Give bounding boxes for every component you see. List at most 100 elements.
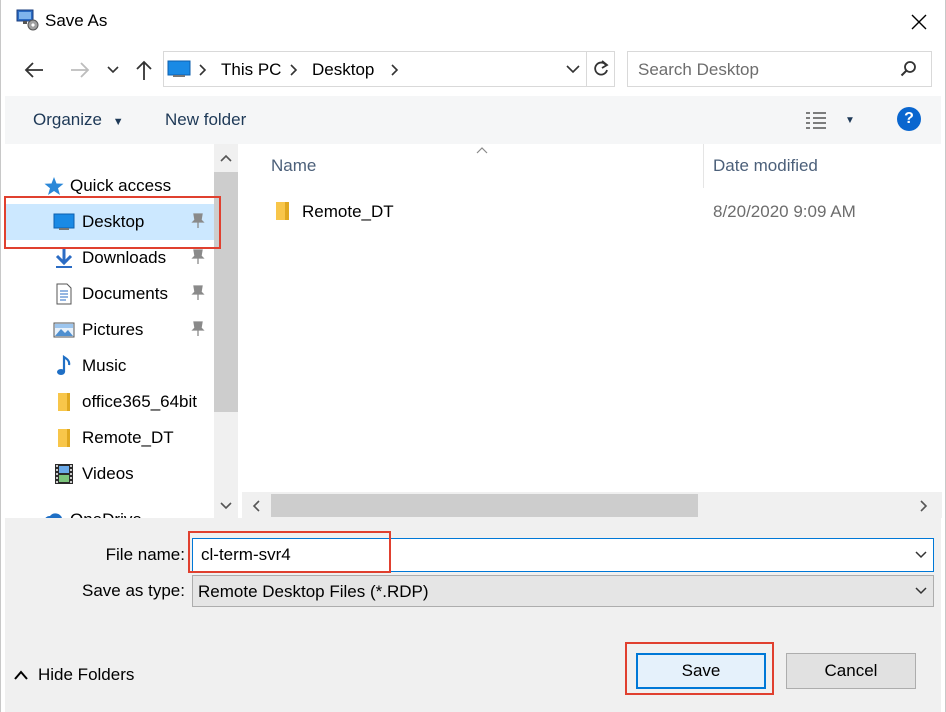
search-input[interactable]: Search Desktop <box>627 51 932 87</box>
sidebar-item-desktop[interactable]: Desktop <box>5 204 215 240</box>
title-bar: Save As <box>0 0 946 44</box>
sidebar-item-label: Downloads <box>82 248 167 267</box>
caret-down-icon: ▼ <box>112 116 124 128</box>
pin-icon <box>191 285 205 300</box>
search-placeholder: Search Desktop <box>638 60 759 79</box>
command-bar: Organize ▼ New folder ▼ ? <box>5 96 941 144</box>
pin-icon <box>191 213 205 228</box>
file-name-value: cl-term-svr4 <box>201 545 291 564</box>
sidebar-item-label: Pictures <box>82 320 144 339</box>
sidebar-item-quick-access[interactable]: Quick access <box>5 168 215 204</box>
scroll-right-icon <box>920 500 928 512</box>
scroll-down-icon <box>220 502 232 510</box>
sidebar-item-label: Videos <box>82 464 134 483</box>
breadcrumb-separator-icon <box>290 64 298 76</box>
search-icon <box>900 61 916 77</box>
file-list-header: Name Date modified <box>242 144 942 188</box>
close-icon <box>911 14 927 30</box>
window-title: Save As <box>45 11 108 30</box>
file-name: Remote_DT <box>302 202 394 221</box>
folder-icon <box>276 202 289 220</box>
forward-arrow-icon <box>71 62 90 78</box>
breadcrumb-separator-icon <box>199 64 207 76</box>
sidebar-item-label: Music <box>82 356 127 375</box>
pin-icon <box>191 321 205 336</box>
sidebar-item-documents[interactable]: Documents <box>5 276 215 312</box>
file-list: Name Date modified Remote_DT 8/20/2020 9… <box>242 144 942 518</box>
file-list-horizontal-scrollbar-thumb[interactable] <box>271 494 698 517</box>
sidebar-item-onedrive[interactable]: OneDrive <box>5 506 215 518</box>
pin-icon <box>191 249 205 264</box>
column-header-date-modified[interactable]: Date modified <box>713 156 818 176</box>
star-icon <box>44 177 64 195</box>
scroll-up-icon <box>220 154 232 162</box>
address-bar[interactable]: This PC Desktop <box>163 51 615 87</box>
desktop-icon <box>53 213 75 230</box>
caret-down-icon: ▼ <box>845 114 855 126</box>
sidebar-item-label: Remote_DT <box>82 428 174 447</box>
breadcrumb-this-pc[interactable]: This PC <box>221 60 281 80</box>
file-name-input[interactable]: cl-term-svr4 <box>192 538 934 572</box>
back-arrow-icon <box>24 62 43 78</box>
save-as-type-label: Save as type: <box>81 581 185 600</box>
folder-icon <box>58 429 70 447</box>
sidebar-item-label: Documents <box>82 284 168 303</box>
file-date-modified: 8/20/2020 9:09 AM <box>713 202 856 221</box>
chevron-down-icon <box>915 587 927 595</box>
sidebar-item-label: office365_64bit <box>82 392 198 411</box>
sidebar-item-label: OneDrive <box>70 510 142 518</box>
back-button[interactable] <box>14 48 54 92</box>
save-as-type-value: Remote Desktop Files (*.RDP) <box>198 582 429 601</box>
new-folder-button[interactable]: New folder <box>165 110 246 130</box>
scroll-left-icon <box>252 500 260 512</box>
details-view-icon <box>806 112 826 129</box>
chevron-down-icon <box>107 66 119 74</box>
chevron-up-icon <box>14 670 28 680</box>
sidebar-item-videos[interactable]: Videos <box>5 456 215 492</box>
help-question-icon: ? <box>904 110 914 127</box>
view-options-button[interactable]: ▼ <box>805 108 861 132</box>
navigation-pane: Quick access Desktop Downloads Documents <box>5 144 241 518</box>
save-as-app-icon <box>16 9 39 31</box>
help-button[interactable]: ? <box>897 107 921 131</box>
close-button[interactable] <box>896 0 942 44</box>
file-row[interactable]: Remote_DT 8/20/2020 9:09 AM <box>242 196 942 230</box>
address-history-dropdown[interactable] <box>560 52 586 86</box>
sidebar-item-downloads[interactable]: Downloads <box>5 240 215 276</box>
save-button[interactable]: Save <box>636 653 766 689</box>
refresh-button[interactable] <box>587 52 615 86</box>
sidebar-item-pictures[interactable]: Pictures <box>5 312 215 348</box>
save-as-type-select[interactable]: Remote Desktop Files (*.RDP) <box>192 575 934 607</box>
organize-button[interactable]: Organize ▼ <box>33 110 124 130</box>
music-note-icon <box>57 355 71 375</box>
navigation-scrollbar-thumb[interactable] <box>214 172 238 412</box>
organize-label: Organize <box>33 110 102 129</box>
column-header-name[interactable]: Name <box>271 156 316 176</box>
chevron-down-icon <box>566 64 580 73</box>
up-button[interactable] <box>130 48 158 92</box>
folder-icon <box>58 393 70 411</box>
chevron-down-icon[interactable] <box>915 551 927 559</box>
cancel-button[interactable]: Cancel <box>786 653 916 689</box>
breadcrumb-separator-icon <box>391 64 399 76</box>
forward-button[interactable] <box>62 48 98 92</box>
sidebar-item-remote-dt[interactable]: Remote_DT <box>5 420 215 456</box>
sort-ascending-icon <box>476 147 488 154</box>
breadcrumb-desktop[interactable]: Desktop <box>312 60 374 80</box>
film-icon <box>55 464 73 484</box>
sidebar-item-office365-64bit[interactable]: office365_64bit <box>5 384 215 420</box>
column-separator[interactable] <box>703 144 704 188</box>
download-arrow-icon <box>55 249 73 268</box>
recent-locations-button[interactable] <box>103 48 123 92</box>
picture-icon <box>53 322 75 338</box>
refresh-icon <box>594 60 609 76</box>
sidebar-item-label: Quick access <box>70 176 172 195</box>
up-arrow-icon <box>136 60 152 80</box>
document-icon <box>56 283 72 305</box>
hide-folders-button[interactable]: Hide Folders <box>14 660 134 690</box>
sidebar-item-label: Desktop <box>82 212 145 231</box>
sidebar-item-music[interactable]: Music <box>5 348 215 384</box>
hide-folders-label: Hide Folders <box>38 665 135 684</box>
file-name-label: File name: <box>105 545 185 564</box>
this-pc-icon <box>167 60 191 77</box>
